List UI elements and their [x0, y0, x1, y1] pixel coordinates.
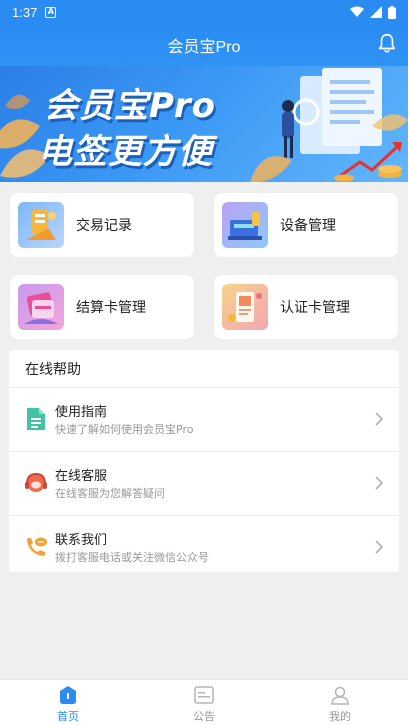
help-item-contact-us[interactable]: 联系我们 拨打客服电话或关注微信公众号: [9, 516, 399, 580]
section-title: 在线帮助: [9, 350, 399, 388]
settlement-card-icon: [18, 284, 64, 330]
battery-icon: [388, 5, 396, 19]
notification-icon: A: [45, 6, 57, 18]
tab-label: 公告: [193, 710, 215, 723]
card-label: 结算卡管理: [76, 300, 146, 316]
app-header: 会员宝Pro: [0, 24, 408, 66]
bottom-tab-bar: 首页 公告 我的: [0, 679, 408, 725]
help-item-subtitle: 在线客服为您解答疑问: [55, 487, 165, 500]
promo-banner[interactable]: 会员宝Pro 电签更方便: [0, 66, 408, 182]
help-item-title: 联系我们: [55, 533, 108, 548]
user-icon: [331, 686, 349, 705]
card-label: 交易记录: [76, 218, 132, 234]
home-icon: [60, 686, 76, 704]
help-item-online-service[interactable]: 在线客服 在线客服为您解答疑问: [9, 452, 399, 516]
tab-home[interactable]: 首页: [0, 680, 136, 725]
help-item-subtitle: 快速了解如何使用会员宝Pro: [55, 423, 194, 436]
phone-chat-icon: [27, 537, 47, 556]
wifi-icon: [350, 6, 364, 17]
banner-line2: 电签更方便: [38, 132, 213, 172]
status-time: 1:37: [12, 4, 38, 20]
chevron-right-icon: [375, 540, 384, 554]
page-title: 会员宝Pro: [167, 39, 241, 56]
help-item-title: 使用指南: [55, 405, 108, 420]
device-management-icon: [222, 202, 268, 248]
help-item-title: 在线客服: [55, 469, 108, 484]
help-item-user-guide[interactable]: 使用指南 快速了解如何使用会员宝Pro: [9, 388, 399, 452]
card-transaction-records[interactable]: 交易记录: [10, 193, 194, 257]
tab-announcements[interactable]: 公告: [136, 680, 272, 725]
bell-icon[interactable]: [376, 32, 398, 54]
card-label: 认证卡管理: [280, 300, 350, 316]
card-device-management[interactable]: 设备管理: [214, 193, 398, 257]
tab-mine[interactable]: 我的: [272, 680, 408, 725]
auth-card-icon: [222, 284, 268, 330]
tab-label: 我的: [329, 710, 351, 723]
card-auth-card-management[interactable]: 认证卡管理: [214, 275, 398, 339]
banner-line1: 会员宝Pro: [44, 86, 216, 126]
card-label: 设备管理: [280, 218, 336, 234]
customer-service-icon: [25, 472, 47, 492]
help-item-subtitle: 拨打客服电话或关注微信公众号: [55, 551, 209, 564]
status-bar: 1:37 A: [0, 0, 408, 24]
transaction-records-icon: [18, 202, 64, 248]
chevron-right-icon: [375, 476, 384, 490]
signal-icon: [370, 6, 382, 18]
document-icon: [27, 408, 45, 430]
tab-label: 首页: [57, 710, 79, 723]
card-settlement-card-management[interactable]: 结算卡管理: [10, 275, 194, 339]
online-help-section: 在线帮助 使用指南 快速了解如何使用会员宝Pro 在线客服 在线客服为您解答疑问: [9, 350, 399, 572]
announcement-icon: [194, 686, 214, 704]
chevron-right-icon: [375, 412, 384, 426]
